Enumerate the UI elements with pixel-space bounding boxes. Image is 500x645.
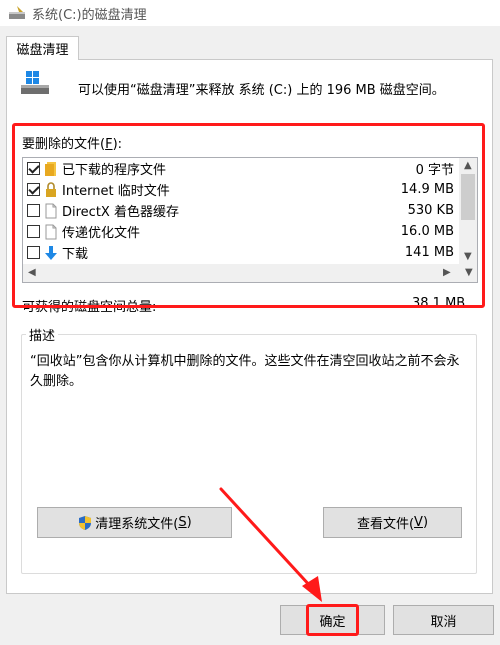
file-size: 16.0 MB bbox=[400, 224, 454, 239]
horizontal-scrollbar[interactable]: ◀ ▶ ▼ bbox=[23, 264, 477, 282]
file-name: 已下载的程序文件 bbox=[62, 163, 167, 178]
window-title: 系统(C:)的磁盘清理 bbox=[32, 7, 147, 23]
file-size: 530 KB bbox=[407, 203, 454, 218]
title-bar: 系统(C:)的磁盘清理 bbox=[0, 0, 500, 26]
ok-button[interactable]: 确定 bbox=[280, 605, 385, 635]
scroll-right-icon[interactable]: ▶ bbox=[443, 267, 451, 278]
total-space-label: 可获得的磁盘空间总量: bbox=[22, 300, 157, 315]
list-item[interactable]: DirectX 着色器缓存 530 KB bbox=[23, 200, 460, 221]
scroll-down-icon[interactable]: ▼ bbox=[464, 251, 472, 262]
file-checkbox[interactable] bbox=[27, 225, 40, 238]
files-listbox[interactable]: 已下载的程序文件 0 字节 Internet 临时文件 14.9 MB DirectX … bbox=[22, 157, 478, 283]
file-checkbox[interactable] bbox=[27, 246, 40, 259]
files-to-delete-label: 要删除的文件(F): bbox=[22, 137, 123, 152]
scroll-left-icon[interactable]: ◀ bbox=[28, 267, 36, 278]
scroll-up-icon[interactable]: ▲ bbox=[464, 160, 472, 171]
vertical-scroll-thumb[interactable] bbox=[461, 174, 475, 220]
file-name: 下载 bbox=[62, 247, 89, 262]
file-checkbox[interactable] bbox=[27, 183, 40, 196]
lock-icon bbox=[44, 181, 58, 198]
vertical-scrollbar[interactable]: ▲ ▼ bbox=[459, 158, 477, 265]
download-icon bbox=[44, 245, 58, 261]
list-item[interactable]: 已下载的程序文件 0 字节 bbox=[23, 158, 460, 179]
list-item[interactable]: 传递优化文件 16.0 MB bbox=[23, 221, 460, 242]
file-size: 0 字节 bbox=[415, 163, 454, 178]
intro-text: 可以使用“磁盘清理”来释放 系统 (C:) 上的 196 MB 磁盘空间。 bbox=[78, 83, 445, 98]
file-icon bbox=[44, 203, 58, 219]
file-checkbox[interactable] bbox=[27, 162, 40, 175]
file-size: 14.9 MB bbox=[400, 182, 454, 197]
tab-disk-cleanup[interactable]: 磁盘清理 bbox=[6, 36, 79, 60]
cleanup-system-files-button[interactable]: 清理系统文件(S) bbox=[37, 507, 232, 538]
uac-shield-icon bbox=[77, 515, 93, 531]
folder-icon bbox=[44, 161, 58, 177]
scroll-corner-down-icon: ▼ bbox=[465, 267, 473, 278]
total-space-value: 38.1 MB bbox=[412, 296, 466, 311]
cancel-button[interactable]: 取消 bbox=[393, 605, 494, 635]
view-files-button[interactable]: 查看文件(V) bbox=[323, 507, 462, 538]
files-list: 已下载的程序文件 0 字节 Internet 临时文件 14.9 MB DirectX … bbox=[23, 158, 460, 263]
description-title: 描述 bbox=[26, 325, 59, 344]
list-item[interactable]: Internet 临时文件 14.9 MB bbox=[23, 179, 460, 200]
file-size: 141 MB bbox=[404, 245, 454, 260]
list-item[interactable]: 下载 141 MB bbox=[23, 242, 460, 263]
file-icon bbox=[44, 224, 58, 240]
file-checkbox[interactable] bbox=[27, 204, 40, 217]
description-text: “回收站”包含你从计算机中删除的文件。这些文件在清空回收站之前不会永久删除。 bbox=[30, 354, 460, 389]
disk-cleanup-icon bbox=[8, 4, 26, 22]
file-name: DirectX 着色器缓存 bbox=[62, 205, 179, 220]
drive-icon bbox=[20, 68, 50, 98]
